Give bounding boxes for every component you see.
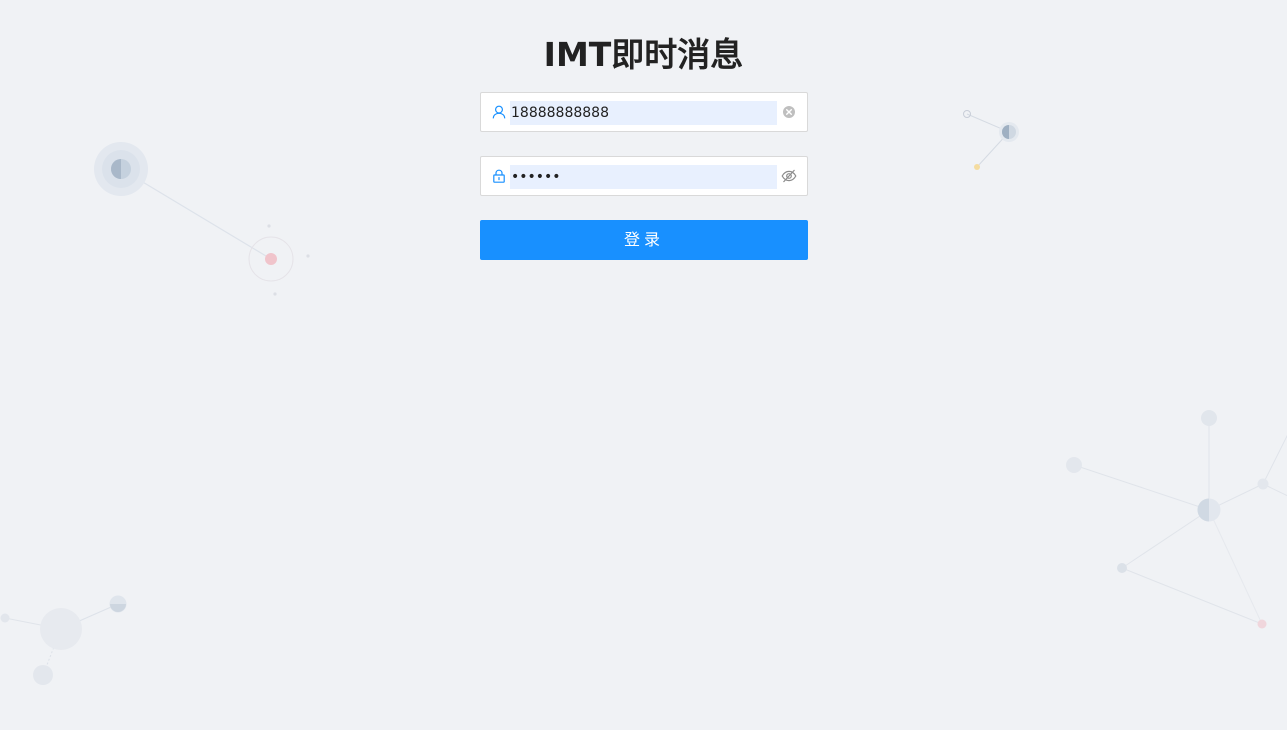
app-title: IMT即时消息 <box>543 35 744 74</box>
password-input[interactable] <box>510 165 777 189</box>
password-field[interactable] <box>480 156 808 196</box>
eye-invisible-icon[interactable] <box>781 168 797 184</box>
login-button[interactable]: 登录 <box>480 220 808 260</box>
user-icon <box>492 105 506 119</box>
username-input[interactable] <box>510 101 777 125</box>
clear-circle-icon[interactable] <box>781 104 797 120</box>
login-page: IMT即时消息 登录 <box>0 0 1287 730</box>
lock-icon <box>493 169 505 183</box>
username-field[interactable] <box>480 92 808 132</box>
